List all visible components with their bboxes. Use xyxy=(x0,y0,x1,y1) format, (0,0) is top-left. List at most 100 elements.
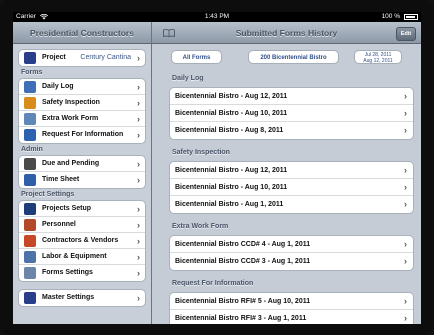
sidebar-title: Presidential Constructors xyxy=(13,22,151,44)
chevron-right-icon: › xyxy=(404,125,407,135)
chevron-right-icon: › xyxy=(404,199,407,209)
sidebar-item-forms-settings[interactable]: Forms Settings › xyxy=(19,265,145,281)
sidebar-item-daily-log[interactable]: Daily Log › xyxy=(19,79,145,95)
hardhat-icon xyxy=(24,97,36,109)
sidebar-item-label: Contractors & Vendors xyxy=(42,237,119,244)
list-item[interactable]: Bicentennial Bistro - Aug 8, 2011 › xyxy=(170,122,413,139)
list-item-label: Bicentennial Bistro - Aug 10, 2011 xyxy=(175,184,288,191)
chevron-right-icon: › xyxy=(137,114,140,124)
master-icon xyxy=(24,292,36,304)
chevron-right-icon: › xyxy=(137,236,140,246)
chevron-right-icon: › xyxy=(404,182,407,192)
sidebar-item-rfi[interactable]: Request For Information › xyxy=(19,127,145,143)
sidebar-item-label: Extra Work Form xyxy=(42,115,99,122)
chevron-right-icon: › xyxy=(137,175,140,185)
sidebar-item-contractors-vendors[interactable]: Contractors & Vendors › xyxy=(19,233,145,249)
list-item-label: Bicentennial Bistro - Aug 8, 2011 xyxy=(175,127,284,134)
main-pane: Submitted Forms History Edit All Forms 2… xyxy=(152,22,421,324)
sidebar-item-safety-inspection[interactable]: Safety Inspection › xyxy=(19,95,145,111)
chevron-right-icon: › xyxy=(137,98,140,108)
filter-bar: All Forms 200 Bicentennial Bistro Jul 28… xyxy=(152,44,421,72)
left-sidebar: Presidential Constructors Project Centur… xyxy=(13,22,152,324)
page-title: Submitted Forms History xyxy=(235,28,338,38)
sidebar-item-due-pending[interactable]: Due and Pending › xyxy=(19,156,145,172)
sidebar-item-label: Due and Pending xyxy=(42,160,100,167)
clock: 1:43 PM xyxy=(204,13,230,20)
chevron-right-icon: › xyxy=(137,204,140,214)
sidebar-item-label: Daily Log xyxy=(42,83,74,90)
list-item[interactable]: Bicentennial Bistro CCD# 4 - Aug 1, 2011… xyxy=(170,236,413,253)
project-label: Project xyxy=(42,54,66,61)
list-item-label: Bicentennial Bistro - Aug 1, 2011 xyxy=(175,201,284,208)
sidebar-item-projects-setup[interactable]: Projects Setup › xyxy=(19,201,145,217)
list-item-label: Bicentennial Bistro - Aug 12, 2011 xyxy=(175,167,288,174)
section-header-daily-log: Daily Log xyxy=(172,75,204,82)
date-to: Aug 12, 2011 xyxy=(363,58,393,64)
list-item[interactable]: Bicentennial Bistro - Aug 1, 2011 › xyxy=(170,196,413,213)
list-item-label: Bicentennial Bistro - Aug 12, 2011 xyxy=(175,93,288,100)
battery-percent: 100 % xyxy=(381,13,400,20)
chevron-right-icon: › xyxy=(137,268,140,278)
chevron-right-icon: › xyxy=(404,165,407,175)
sidebar-item-label: Labor & Equipment xyxy=(42,253,107,260)
screen: Carrier 1:43 PM 100 % Presidential Const… xyxy=(13,12,421,324)
list-item[interactable]: Bicentennial Bistro - Aug 12, 2011 › xyxy=(170,162,413,179)
list-item[interactable]: Bicentennial Bistro RFI# 5 - Aug 10, 201… xyxy=(170,293,413,310)
all-forms-filter[interactable]: All Forms xyxy=(171,50,222,64)
sidebar-item-master-settings[interactable]: Master Settings › xyxy=(19,290,145,306)
section-header-rfi: Request For Information xyxy=(172,280,254,287)
list-item-label: Bicentennial Bistro - Aug 10, 2011 xyxy=(175,110,288,117)
sidebar-item-personnel[interactable]: Personnel › xyxy=(19,217,145,233)
status-bar: Carrier 1:43 PM 100 % xyxy=(13,12,421,22)
list-item[interactable]: Bicentennial Bistro - Aug 10, 2011 › xyxy=(170,179,413,196)
sidebar-item-label: Forms Settings xyxy=(42,269,93,276)
section-header-project-settings: Project Settings xyxy=(21,191,75,198)
list-item[interactable]: Bicentennial Bistro - Aug 12, 2011 › xyxy=(170,88,413,105)
list-item-label: Bicentennial Bistro RFI# 3 - Aug 1, 2011 xyxy=(175,315,307,322)
project-selector[interactable]: Project Century Cantina › xyxy=(19,50,145,66)
edit-button[interactable]: Edit xyxy=(396,27,416,41)
master-group: Master Settings › xyxy=(18,289,146,307)
battery-icon xyxy=(404,14,418,20)
list-item-label: Bicentennial Bistro CCD# 4 - Aug 1, 2011 xyxy=(175,241,311,248)
chevron-right-icon: › xyxy=(137,130,140,140)
date-range-filter[interactable]: Jul 28, 2011 Aug 12, 2011 xyxy=(354,50,402,64)
admin-group: Due and Pending › Time Sheet › xyxy=(18,155,146,189)
sidebar-item-label: Master Settings xyxy=(42,294,95,301)
chevron-right-icon: › xyxy=(404,256,407,266)
chevron-right-icon: › xyxy=(404,91,407,101)
list-item[interactable]: Bicentennial Bistro - Aug 10, 2011 › xyxy=(170,105,413,122)
list-item[interactable]: Bicentennial Bistro RFI# 3 - Aug 1, 2011… xyxy=(170,310,413,324)
calendar-icon xyxy=(24,81,36,93)
clock-icon xyxy=(24,158,36,170)
chevron-right-icon: › xyxy=(137,159,140,169)
list-item-label: Bicentennial Bistro RFI# 5 - Aug 10, 201… xyxy=(175,298,311,305)
person-icon xyxy=(24,219,36,231)
list-item[interactable]: Bicentennial Bistro CCD# 3 - Aug 1, 2011… xyxy=(170,253,413,270)
section-header-forms: Forms xyxy=(21,69,43,76)
chevron-right-icon: › xyxy=(137,53,140,63)
section-header-extra-work-form: Extra Work Form xyxy=(172,223,229,230)
question-icon xyxy=(24,129,36,141)
chevron-right-icon: › xyxy=(404,296,407,306)
timesheet-icon xyxy=(24,174,36,186)
sidebar-item-label: Time Sheet xyxy=(42,176,80,183)
equipment-icon xyxy=(24,251,36,263)
list-item-label: Bicentennial Bistro CCD# 3 - Aug 1, 2011 xyxy=(175,258,311,265)
sidebar-item-labor-equipment[interactable]: Labor & Equipment › xyxy=(19,249,145,265)
project-icon xyxy=(24,52,36,64)
project-settings-group: Projects Setup › Personnel › Contractors… xyxy=(18,200,146,282)
document-icon xyxy=(24,113,36,125)
safety-inspection-list: Bicentennial Bistro - Aug 12, 2011 › Bice… xyxy=(169,161,414,214)
projects-icon xyxy=(24,203,36,215)
sidebar-item-extra-work-form[interactable]: Extra Work Form › xyxy=(19,111,145,127)
sidebar-item-label: Safety Inspection xyxy=(42,99,100,106)
sidebar-item-label: Personnel xyxy=(42,221,76,228)
chevron-right-icon: › xyxy=(404,313,407,323)
contractors-icon xyxy=(24,235,36,247)
section-header-safety-inspection: Safety Inspection xyxy=(172,149,230,156)
rfi-list: Bicentennial Bistro RFI# 5 - Aug 10, 201… xyxy=(169,292,414,324)
chevron-right-icon: › xyxy=(404,239,407,249)
sidebar-item-time-sheet[interactable]: Time Sheet › xyxy=(19,172,145,188)
project-filter[interactable]: 200 Bicentennial Bistro xyxy=(248,50,339,64)
